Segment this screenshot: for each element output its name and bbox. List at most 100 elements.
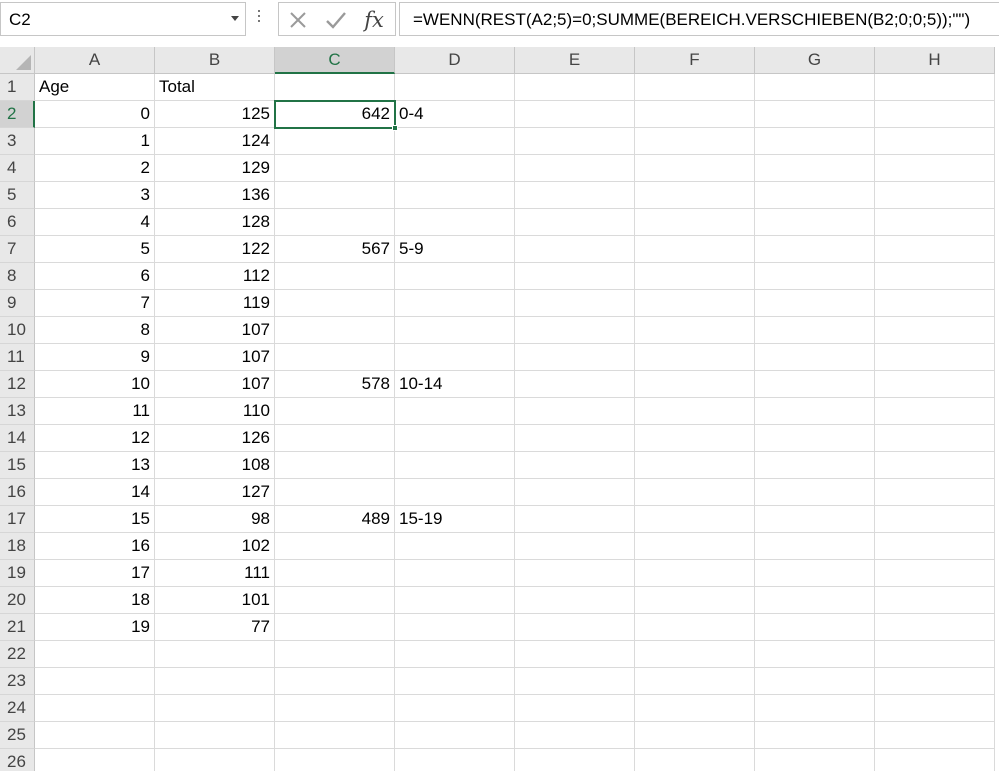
cell-b15[interactable]: 108 (155, 452, 275, 479)
cell-g1[interactable] (755, 74, 875, 101)
row-header-14[interactable]: 14 (0, 425, 35, 452)
column-header-h[interactable]: H (875, 47, 995, 74)
fill-handle[interactable] (392, 125, 398, 131)
cell-c4[interactable] (275, 155, 395, 182)
cell-g26[interactable] (755, 749, 875, 771)
cell-d14[interactable] (395, 425, 515, 452)
cell-g15[interactable] (755, 452, 875, 479)
cell-a17[interactable]: 15 (35, 506, 155, 533)
row-header-20[interactable]: 20 (0, 587, 35, 614)
cell-b6[interactable]: 128 (155, 209, 275, 236)
cell-f3[interactable] (635, 128, 755, 155)
cell-f18[interactable] (635, 533, 755, 560)
cell-b17[interactable]: 98 (155, 506, 275, 533)
cell-h7[interactable] (875, 236, 995, 263)
cell-c20[interactable] (275, 587, 395, 614)
check-icon[interactable] (321, 6, 351, 34)
cell-b7[interactable]: 122 (155, 236, 275, 263)
cell-d17[interactable]: 15-19 (395, 506, 515, 533)
cell-g6[interactable] (755, 209, 875, 236)
cell-a8[interactable]: 6 (35, 263, 155, 290)
row-header-10[interactable]: 10 (0, 317, 35, 344)
cell-c19[interactable] (275, 560, 395, 587)
cell-a15[interactable]: 13 (35, 452, 155, 479)
row-header-25[interactable]: 25 (0, 722, 35, 749)
cell-f24[interactable] (635, 695, 755, 722)
cell-g11[interactable] (755, 344, 875, 371)
row-header-7[interactable]: 7 (0, 236, 35, 263)
cell-e3[interactable] (515, 128, 635, 155)
cell-a1[interactable]: Age (35, 74, 155, 101)
cell-a22[interactable] (35, 641, 155, 668)
column-header-a[interactable]: A (35, 47, 155, 74)
cell-c1[interactable] (275, 74, 395, 101)
cell-b4[interactable]: 129 (155, 155, 275, 182)
cell-a9[interactable]: 7 (35, 290, 155, 317)
cell-a25[interactable] (35, 722, 155, 749)
cell-d5[interactable] (395, 182, 515, 209)
cell-c12[interactable]: 578 (275, 371, 395, 398)
cell-h18[interactable] (875, 533, 995, 560)
cell-e19[interactable] (515, 560, 635, 587)
cell-h15[interactable] (875, 452, 995, 479)
cell-g7[interactable] (755, 236, 875, 263)
row-header-17[interactable]: 17 (0, 506, 35, 533)
cell-b11[interactable]: 107 (155, 344, 275, 371)
cell-c9[interactable] (275, 290, 395, 317)
cell-d18[interactable] (395, 533, 515, 560)
cell-g4[interactable] (755, 155, 875, 182)
cell-e26[interactable] (515, 749, 635, 771)
row-header-21[interactable]: 21 (0, 614, 35, 641)
cell-h9[interactable] (875, 290, 995, 317)
cell-b23[interactable] (155, 668, 275, 695)
cell-d2[interactable]: 0-4 (395, 101, 515, 128)
column-header-c[interactable]: C (275, 47, 395, 74)
cell-g18[interactable] (755, 533, 875, 560)
cell-d20[interactable] (395, 587, 515, 614)
row-header-3[interactable]: 3 (0, 128, 35, 155)
cell-e24[interactable] (515, 695, 635, 722)
cell-c8[interactable] (275, 263, 395, 290)
cell-g12[interactable] (755, 371, 875, 398)
cell-e22[interactable] (515, 641, 635, 668)
cell-c5[interactable] (275, 182, 395, 209)
cell-b5[interactable]: 136 (155, 182, 275, 209)
row-header-24[interactable]: 24 (0, 695, 35, 722)
cell-f16[interactable] (635, 479, 755, 506)
cell-h13[interactable] (875, 398, 995, 425)
cell-a21[interactable]: 19 (35, 614, 155, 641)
cell-a6[interactable]: 4 (35, 209, 155, 236)
cell-e10[interactable] (515, 317, 635, 344)
name-box[interactable]: C2 (0, 2, 246, 36)
cell-c10[interactable] (275, 317, 395, 344)
cell-b2[interactable]: 125 (155, 101, 275, 128)
cell-g20[interactable] (755, 587, 875, 614)
cell-g24[interactable] (755, 695, 875, 722)
cell-e23[interactable] (515, 668, 635, 695)
select-all-button[interactable] (0, 47, 35, 74)
cell-b10[interactable]: 107 (155, 317, 275, 344)
cell-a7[interactable]: 5 (35, 236, 155, 263)
column-header-d[interactable]: D (395, 47, 515, 74)
cell-c21[interactable] (275, 614, 395, 641)
cell-f19[interactable] (635, 560, 755, 587)
cell-f8[interactable] (635, 263, 755, 290)
cell-b14[interactable]: 126 (155, 425, 275, 452)
cell-e8[interactable] (515, 263, 635, 290)
row-header-19[interactable]: 19 (0, 560, 35, 587)
cell-d7[interactable]: 5-9 (395, 236, 515, 263)
cell-d24[interactable] (395, 695, 515, 722)
cell-h19[interactable] (875, 560, 995, 587)
cell-e12[interactable] (515, 371, 635, 398)
cell-b3[interactable]: 124 (155, 128, 275, 155)
cell-h25[interactable] (875, 722, 995, 749)
row-header-9[interactable]: 9 (0, 290, 35, 317)
row-header-26[interactable]: 26 (0, 749, 35, 771)
cell-a13[interactable]: 11 (35, 398, 155, 425)
cell-b20[interactable]: 101 (155, 587, 275, 614)
cell-e6[interactable] (515, 209, 635, 236)
cell-f23[interactable] (635, 668, 755, 695)
cell-h5[interactable] (875, 182, 995, 209)
cell-a16[interactable]: 14 (35, 479, 155, 506)
cell-b22[interactable] (155, 641, 275, 668)
